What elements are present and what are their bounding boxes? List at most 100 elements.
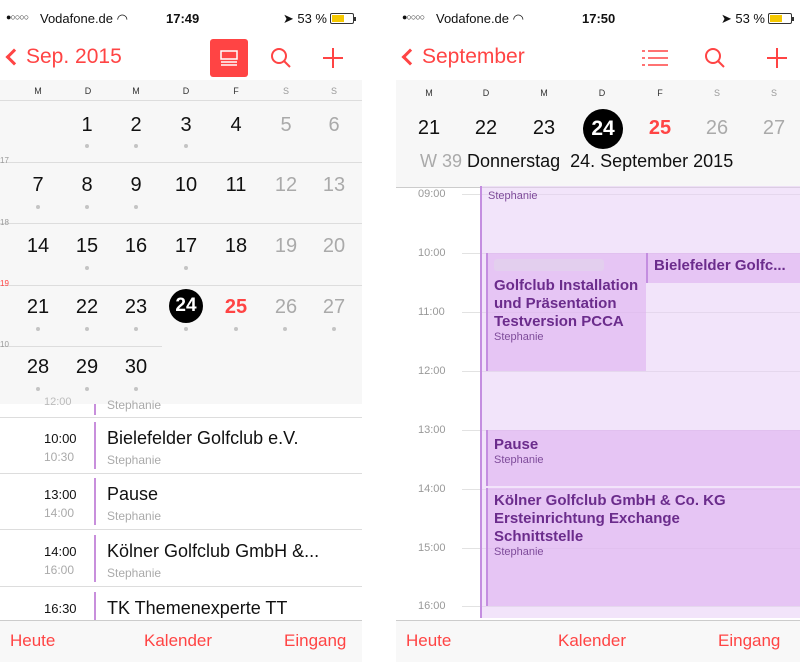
day-cell[interactable]: 17 <box>161 235 211 258</box>
event-dot <box>36 387 40 391</box>
day-cell[interactable]: 23 <box>111 296 161 319</box>
day-cell[interactable]: 16 <box>111 235 161 258</box>
week-day[interactable]: 22 <box>464 117 508 140</box>
event-list: 12:00 Stephanie 10:00 10:30 Bielefelder … <box>0 396 362 644</box>
day-cell[interactable]: 9 <box>111 174 161 197</box>
event-dot <box>134 327 138 331</box>
event-block[interactable]: Kölner Golfclub GmbH & Co. KG Ersteinric… <box>486 488 800 606</box>
wifi-icon: ◠ <box>116 11 128 26</box>
list-view-toggle-button[interactable] <box>210 39 248 77</box>
event-dot <box>36 205 40 209</box>
search-button[interactable] <box>266 44 296 72</box>
day-cell[interactable]: 22 <box>62 296 112 319</box>
search-icon <box>271 48 291 68</box>
event-block[interactable]: Golfclub Installation und Präsentation T… <box>486 253 646 371</box>
list-icon <box>642 50 668 66</box>
day-cell[interactable]: 7 <box>13 174 63 197</box>
event-dot <box>134 205 138 209</box>
list-view-icon <box>220 50 238 66</box>
status-bar: ●○○○○ Vodafone.de ◠ 17:49 ➤ 53 % <box>0 0 362 36</box>
day-cell[interactable]: 2 <box>111 114 161 137</box>
day-cell[interactable]: 8 <box>62 174 112 197</box>
selected-day[interactable]: 24 <box>169 289 203 323</box>
day-cell[interactable]: 26 <box>261 296 311 319</box>
day-cell[interactable]: 29 <box>62 356 112 379</box>
event-owner: Stephanie <box>107 453 162 467</box>
nav-bar: September <box>396 36 800 80</box>
day-cell[interactable]: 19 <box>261 235 311 258</box>
day-cell[interactable]: 20 <box>309 235 359 258</box>
battery-status: ➤ 53 % <box>283 11 356 27</box>
tab-calendars[interactable]: Kalender <box>144 631 212 651</box>
weekday-header: M <box>34 86 42 96</box>
battery-icon <box>330 13 356 24</box>
hour-label: 11:00 <box>418 306 445 318</box>
clock: 17:50 <box>582 11 616 26</box>
carrier-label: Vodafone.de ◠ <box>40 11 128 26</box>
day-cell[interactable]: 13 <box>309 174 359 197</box>
today-day[interactable]: 25 <box>638 117 682 140</box>
day-title: W 39 Donnerstag 24. September 2015 <box>420 151 733 172</box>
event-start: 16:30 <box>44 601 77 616</box>
day-cell[interactable]: 28 <box>13 356 63 379</box>
location-arrow-icon: ➤ <box>720 11 732 26</box>
day-cell[interactable]: 18 <box>211 235 261 258</box>
hour-label: 10:00 <box>418 247 446 259</box>
event-block[interactable]: Pause Stephanie <box>486 430 800 486</box>
calendar-color-bar <box>94 535 96 582</box>
day-cell[interactable]: 12 <box>261 174 311 197</box>
tab-inbox[interactable]: Eingang <box>284 631 346 651</box>
event-end: 16:00 <box>44 563 75 577</box>
battery-status: ➤ 53 % <box>720 11 794 27</box>
list-item[interactable]: 13:00 14:00 Pause Stephanie <box>0 474 362 530</box>
day-cell[interactable]: 30 <box>111 356 161 379</box>
tab-today[interactable]: Heute <box>406 631 451 651</box>
signal-strength-icon: ●○○○○ <box>402 12 425 22</box>
event-owner: Stephanie <box>494 331 544 343</box>
add-event-button[interactable] <box>318 44 348 72</box>
week-day[interactable]: 27 <box>752 117 796 140</box>
day-cell[interactable]: 1 <box>62 114 112 137</box>
day-cell[interactable]: 5 <box>261 114 311 137</box>
list-item[interactable]: 12:00 Stephanie <box>0 396 362 418</box>
list-view-button[interactable] <box>640 44 670 72</box>
selected-day[interactable]: 24 <box>583 109 623 149</box>
event-end: 10:30 <box>44 450 75 464</box>
event-block[interactable]: Bielefelder Golfc... <box>646 253 800 283</box>
event-title: Bielefelder Golfc... <box>654 257 786 274</box>
list-item[interactable]: 14:00 16:00 Kölner Golfclub GmbH &... St… <box>0 531 362 587</box>
month-view-screen: ●○○○○ Vodafone.de ◠ 17:49 ➤ 53 % Sep. 20… <box>0 0 362 662</box>
day-cell[interactable]: 3 <box>161 114 211 137</box>
tab-bar: Heute Kalender Eingang <box>396 620 800 662</box>
event-owner: Stephanie <box>107 509 162 523</box>
battery-icon <box>768 13 794 24</box>
back-button[interactable]: Sep. 2015 <box>5 45 122 69</box>
day-cell[interactable]: 21 <box>13 296 63 319</box>
week-day[interactable]: 23 <box>522 117 566 140</box>
day-cell[interactable]: 11 <box>211 174 261 197</box>
week-day[interactable]: 21 <box>407 117 451 140</box>
tab-today[interactable]: Heute <box>10 631 55 651</box>
day-cell[interactable]: 27 <box>309 296 359 319</box>
today-cell[interactable]: 25 <box>211 296 261 319</box>
event-owner: Stephanie <box>107 566 162 580</box>
back-label: September <box>422 45 525 68</box>
day-cell[interactable]: 14 <box>13 235 63 258</box>
list-item[interactable]: 10:00 10:30 Bielefelder Golfclub e.V. St… <box>0 418 362 474</box>
weekday-header: S <box>713 88 720 98</box>
search-button[interactable] <box>700 44 730 72</box>
carrier-label: Vodafone.de ◠ <box>436 11 524 26</box>
back-button[interactable]: September <box>401 45 525 69</box>
day-cell[interactable]: 15 <box>62 235 112 258</box>
day-timeline: 09:00 10:00 11:00 12:00 13:00 14:00 15:0… <box>396 186 800 620</box>
week-day[interactable]: 26 <box>695 117 739 140</box>
day-cell[interactable]: 4 <box>211 114 261 137</box>
day-cell[interactable]: 6 <box>309 114 359 137</box>
tab-inbox[interactable]: Eingang <box>718 631 780 651</box>
event-owner: Stephanie <box>494 546 544 558</box>
event-owner: Stephanie <box>488 190 538 202</box>
day-cell[interactable]: 10 <box>161 174 211 197</box>
weekday-header: D <box>482 88 490 98</box>
tab-calendars[interactable]: Kalender <box>558 631 626 651</box>
add-event-button[interactable] <box>762 44 792 72</box>
